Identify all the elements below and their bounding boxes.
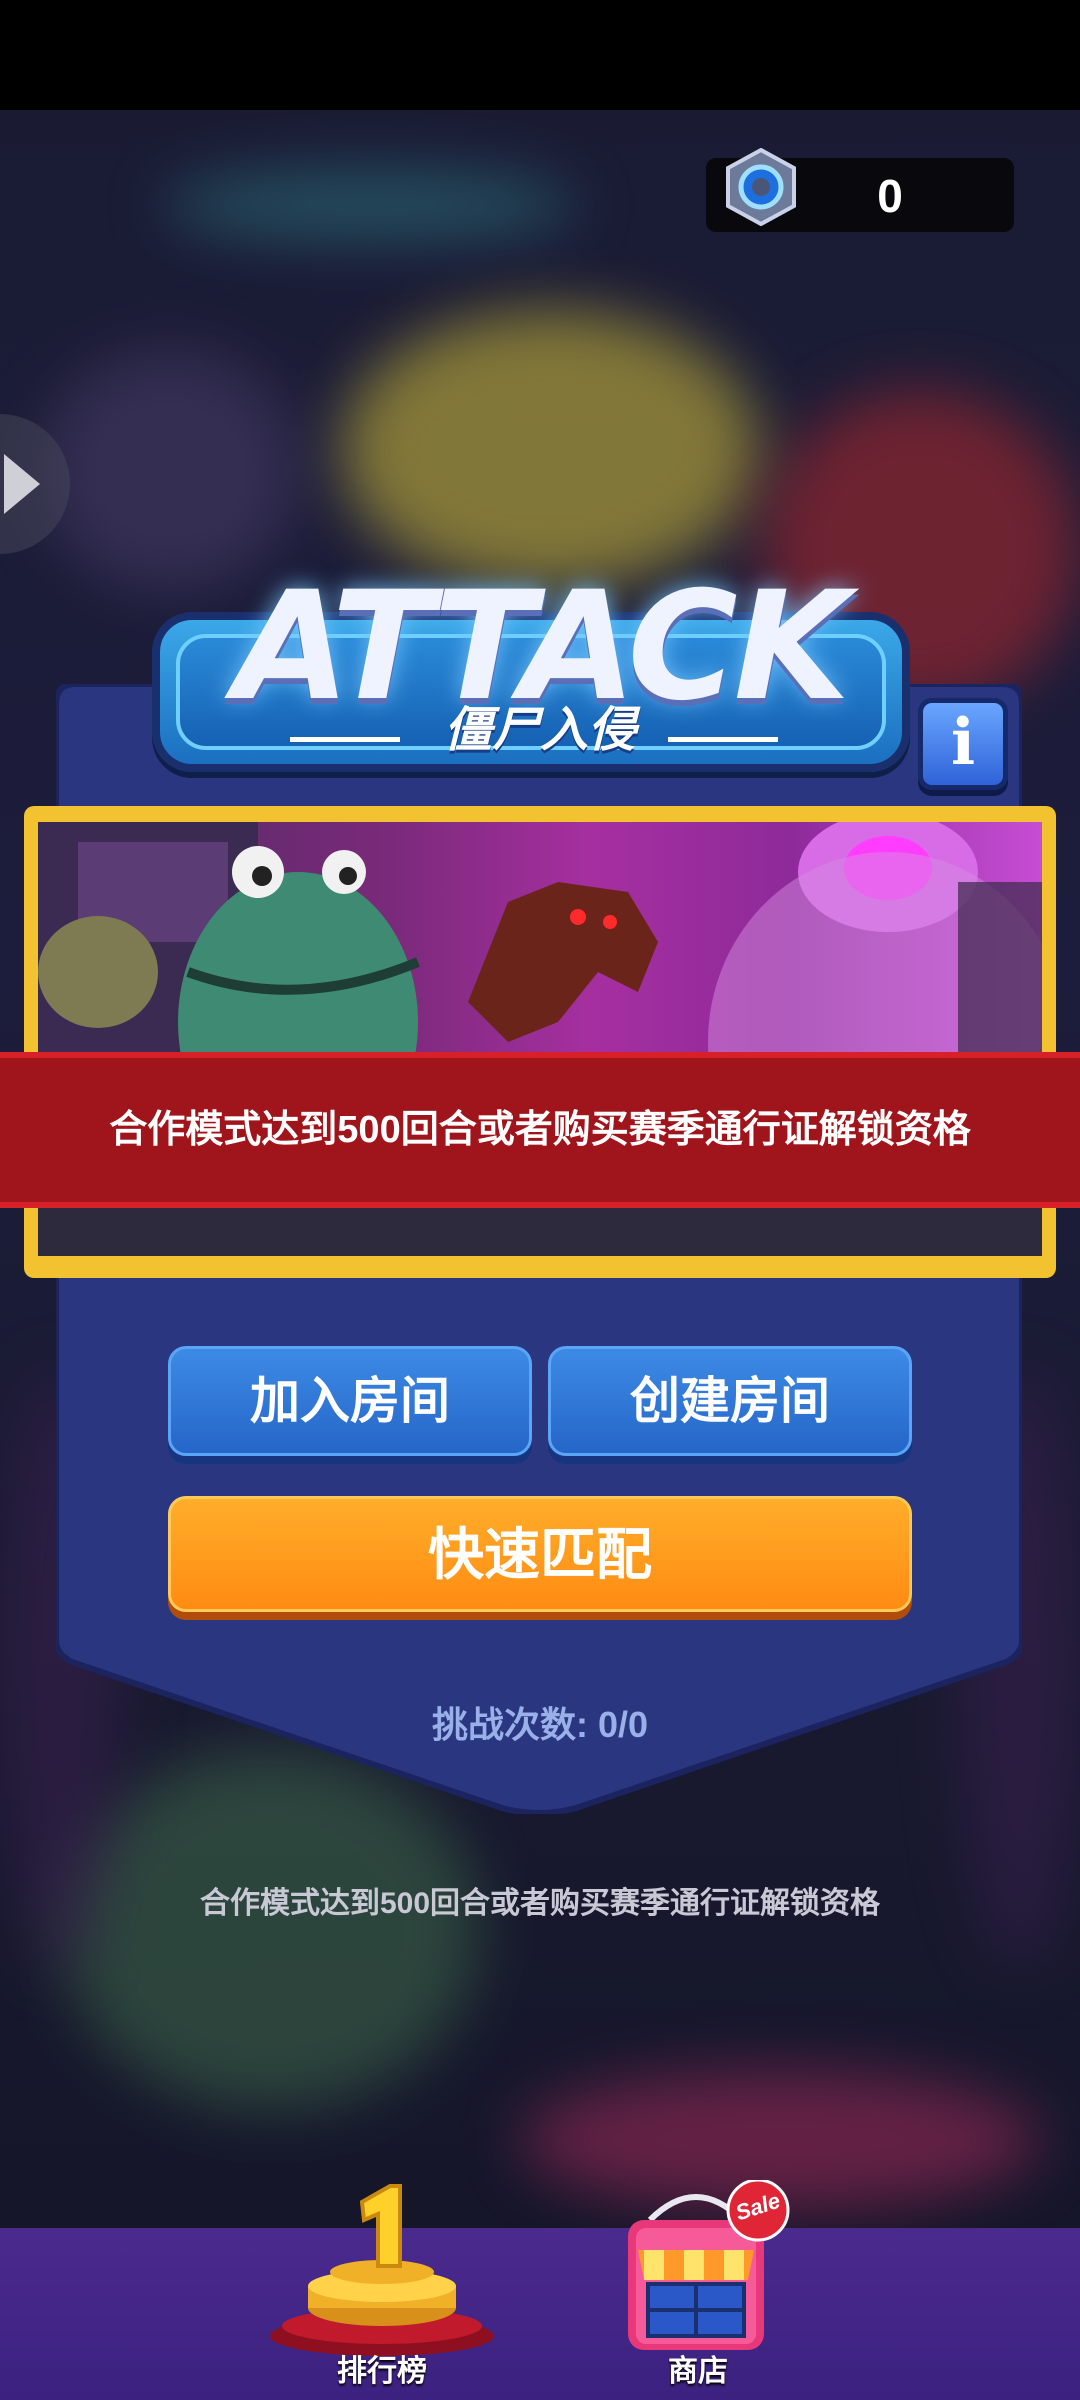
locked-mode-banner: 合作模式达到500回合或者购买赛季通行证解锁资格 [0,1052,1080,1208]
bottom-nav-bar [0,2228,1080,2400]
currency-amount: 0 [877,170,903,222]
nav-shop[interactable]: Sale 商店 [578,2178,818,2390]
challenge-count: 挑战次数: 0/0 [431,1704,649,1745]
info-button[interactable]: i [918,698,1008,790]
unlock-requirement-note: 合作模式达到500回合或者购买赛季通行证解锁资格 [199,1887,881,1920]
nav-leaderboard[interactable]: 排行榜 [262,2180,502,2390]
create-room-button[interactable]: 创建房间 [548,1346,912,1456]
quick-match-button[interactable]: 快速匹配 [168,1496,912,1612]
info-icon: i [950,705,976,780]
gem-coin-icon [726,148,796,226]
status-bar [0,0,1080,110]
lock-banner-text: 合作模式达到500回合或者购买赛季通行证解锁资格 [109,1109,971,1151]
nav-shop-label: 商店 [668,2355,728,2388]
join-room-button[interactable]: 加入房间 [168,1346,532,1456]
arrow-right-icon [4,454,40,514]
nav-leaderboard-label: 排行榜 [337,2355,427,2388]
trophy-icon [270,2184,494,2356]
